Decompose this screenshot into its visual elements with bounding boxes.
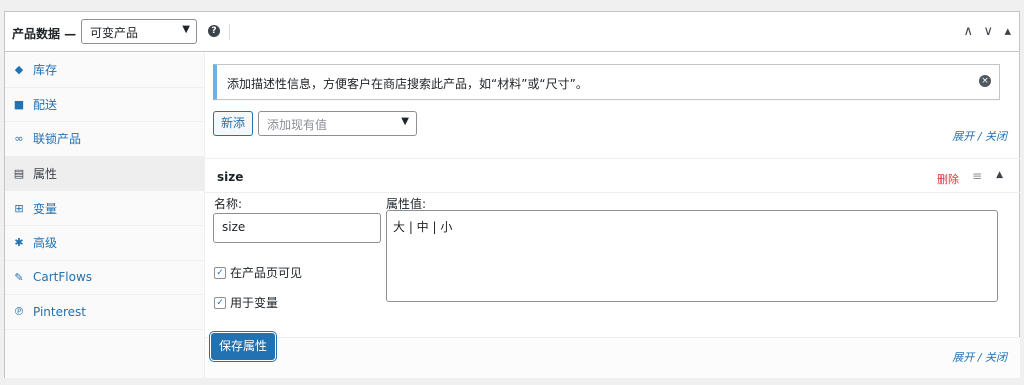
product-type-value: 可变产品: [90, 26, 139, 40]
tab-linked-products[interactable]: ∞ 联锁产品: [5, 122, 204, 157]
name-label: 名称:: [214, 197, 243, 211]
visible-on-product-page-checkbox[interactable]: ✓ 在产品页可见: [214, 264, 302, 281]
existing-attribute-select[interactable]: 添加现有值 ▼: [258, 111, 417, 136]
link-icon: ∞: [14, 132, 24, 146]
tab-attributes[interactable]: ▤ 属性: [5, 156, 204, 192]
tab-advanced[interactable]: ✱ 高级: [5, 226, 204, 261]
move-down-icon[interactable]: ∨: [983, 24, 993, 39]
tab-label: 库存: [33, 63, 58, 78]
wrench-icon: ✎: [14, 270, 24, 284]
tab-cartflows[interactable]: ✎ CartFlows: [5, 261, 204, 296]
product-data-tabs: ◆ 库存 ■ 配送 ∞ 联锁产品 ▤ 属性 ⊞ 变量 ✱ 高级 ✎ CartFl…: [5, 53, 205, 378]
tab-label: 高级: [33, 236, 58, 251]
grid-icon: ⊞: [14, 201, 24, 215]
tab-label: 配送: [33, 97, 58, 112]
truck-icon: ■: [13, 97, 25, 111]
existing-attribute-placeholder: 添加现有值: [267, 118, 328, 132]
tab-label: 变量: [33, 201, 58, 216]
expand-collapse-link[interactable]: 展开 / 关闭: [952, 128, 1007, 144]
divider: [229, 24, 230, 40]
collapse-attribute-icon[interactable]: ▲: [996, 170, 1003, 180]
close-icon[interactable]: ×: [979, 75, 991, 87]
tab-label: 属性: [33, 167, 58, 182]
tab-label: Pinterest: [33, 304, 87, 319]
move-up-icon[interactable]: ∧: [963, 24, 973, 39]
tab-label: 联锁产品: [33, 132, 82, 147]
panel-header: 产品数据 — 可变产品 ▼ ? ∧ ∨ ▴: [5, 12, 1019, 52]
attributes-footer: [205, 337, 1020, 378]
expand-collapse-link[interactable]: 展开 / 关闭: [952, 349, 1007, 365]
attribute-values-textarea[interactable]: 大 | 中 | 小: [386, 210, 998, 302]
checkbox-label: 用于变量: [230, 296, 279, 310]
chevron-down-icon: ▼: [182, 24, 190, 35]
info-notice: 添加描述性信息，方便客户在商店搜索此产品，如“材料”或“尺寸”。 ×: [213, 64, 1000, 100]
tab-shipping[interactable]: ■ 配送: [5, 88, 204, 123]
list-icon: ▤: [13, 167, 25, 181]
attribute-name-input[interactable]: size: [213, 213, 381, 243]
tab-pinterest[interactable]: ℗ Pinterest: [5, 295, 204, 330]
tag-icon: ◆: [14, 63, 24, 77]
tab-label: CartFlows: [33, 270, 93, 285]
panel-title: 产品数据 —: [12, 27, 77, 41]
chevron-down-icon: ▼: [401, 116, 409, 127]
gear-icon: ✱: [14, 236, 24, 250]
attribute-name-heading: size: [217, 170, 244, 184]
product-type-select[interactable]: 可变产品 ▼: [81, 19, 197, 44]
pinterest-icon: ℗: [13, 305, 25, 319]
help-icon[interactable]: ?: [208, 25, 220, 37]
delete-attribute-link[interactable]: 删除: [937, 171, 959, 187]
tab-variations[interactable]: ⊞ 变量: [5, 191, 204, 226]
checkbox-label: 在产品页可见: [230, 266, 303, 280]
checkbox-check-icon[interactable]: ✓: [214, 266, 226, 279]
attribute-header[interactable]: size 删除 ≡ ▲: [205, 158, 1020, 193]
checkbox-check-icon[interactable]: ✓: [214, 296, 226, 309]
collapse-panel-icon[interactable]: ▴: [1004, 24, 1011, 39]
notice-text: 添加描述性信息，方便客户在商店搜索此产品，如“材料”或“尺寸”。: [227, 77, 588, 91]
used-for-variations-checkbox[interactable]: ✓ 用于变量: [214, 294, 278, 311]
save-attributes-button[interactable]: 保存属性: [211, 333, 275, 360]
drag-handle-icon[interactable]: ≡: [972, 169, 982, 183]
add-new-attribute-button[interactable]: 新添: [213, 111, 253, 136]
tab-inventory[interactable]: ◆ 库存: [5, 53, 204, 88]
